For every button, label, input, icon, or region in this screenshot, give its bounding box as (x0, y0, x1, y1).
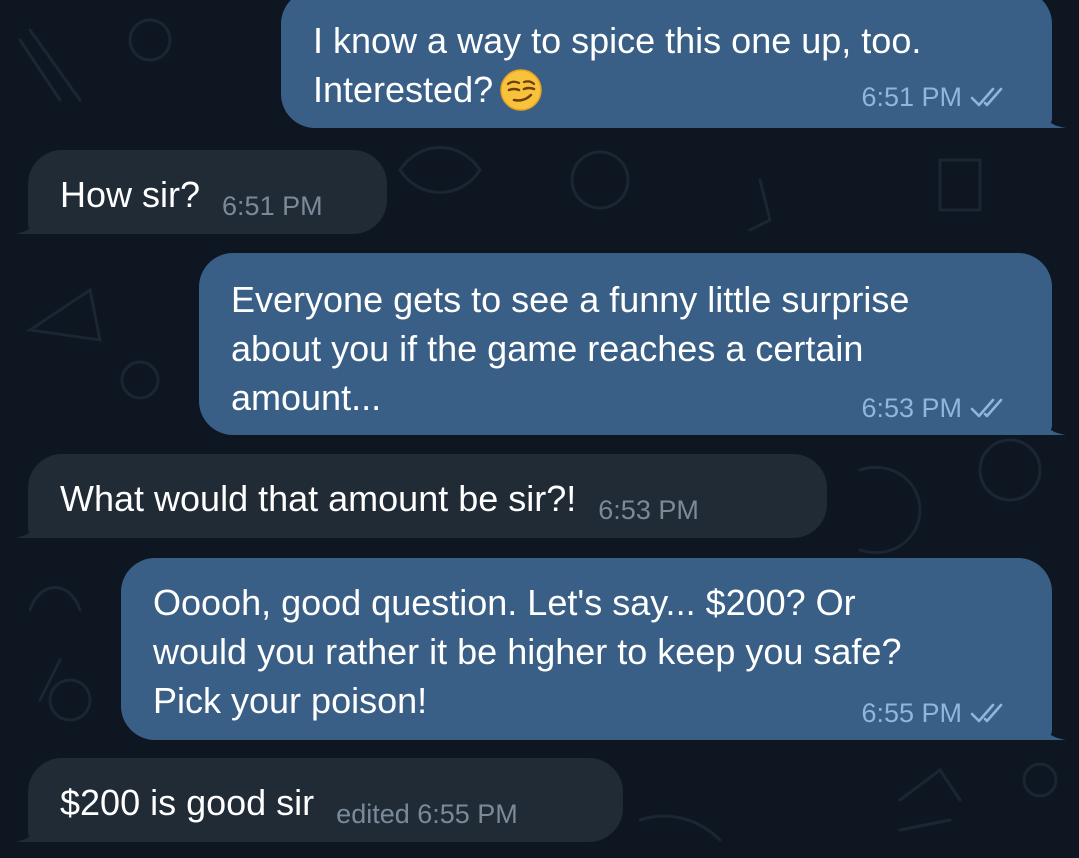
outgoing-message[interactable]: I know a way to spice this one up, too. … (281, 0, 1052, 128)
chat-message-list[interactable]: I know a way to spice this one up, too. … (0, 0, 1079, 858)
message-time: 6:53 PM (861, 393, 962, 423)
message-meta: 6:51 PM (861, 82, 1012, 112)
message-line: Pick your poison! (153, 680, 428, 721)
bubble-tail (1038, 413, 1066, 435)
message-line: Ooooh, good question. Let's say... $200?… (153, 582, 856, 623)
message-line: I know a way to spice this one up, too. (313, 20, 922, 61)
message-line: about you if the game reaches a certain (231, 328, 864, 369)
double-check-read-icon (970, 87, 1003, 107)
incoming-message[interactable]: How sir? 6:51 PM (28, 150, 387, 234)
double-check-read-icon (970, 703, 1003, 723)
bubble-tail (14, 212, 42, 234)
bubble-tail (1038, 106, 1066, 128)
message-text: What would that amount be sir?! (60, 478, 577, 519)
message-text: How sir? (60, 174, 201, 215)
message-time: 6:51 PM (222, 191, 323, 221)
double-check-read-icon (970, 398, 1003, 418)
bubble-tail (14, 516, 42, 538)
message-text: $200 is good sir (60, 782, 315, 823)
message-meta: 6:53 PM (861, 393, 1012, 423)
outgoing-message[interactable]: Ooooh, good question. Let's say... $200?… (121, 558, 1052, 740)
message-line: Interested? (313, 69, 494, 110)
message-line: amount... (231, 377, 382, 418)
message-line: Everyone gets to see a funny little surp… (231, 279, 910, 320)
message-time: 6:51 PM (861, 82, 962, 112)
bubble-tail (1038, 718, 1066, 740)
incoming-message[interactable]: $200 is good sir edited 6:55 PM (28, 758, 623, 842)
message-time: 6:53 PM (598, 495, 699, 525)
smirking-face-emoji-icon (500, 69, 542, 111)
message-line: would you rather it be higher to keep yo… (153, 631, 902, 672)
incoming-message[interactable]: What would that amount be sir?! 6:53 PM (28, 454, 827, 538)
outgoing-message[interactable]: Everyone gets to see a funny little surp… (199, 253, 1052, 435)
bubble-tail (14, 820, 42, 842)
message-time: 6:55 PM (861, 698, 962, 728)
message-time: edited 6:55 PM (336, 799, 518, 829)
message-meta: 6:55 PM (861, 698, 1012, 728)
